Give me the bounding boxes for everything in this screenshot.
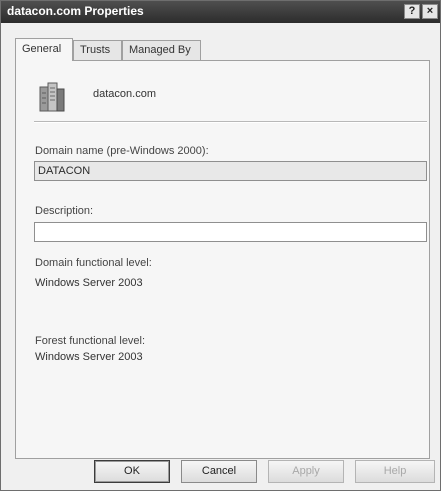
tab-trusts[interactable]: Trusts [73,40,122,60]
description-label: Description: [35,205,94,217]
forest-level-label: Forest functional level: [35,335,146,347]
domain-level-label: Domain functional level: [35,257,152,269]
divider [34,121,427,123]
forest-level-value: Windows Server 2003 [35,351,143,363]
title-bar[interactable]: datacon.com Properties ? × [1,1,440,23]
apply-button[interactable]: Apply [268,460,344,483]
help-title-button[interactable]: ? [404,4,420,19]
tab-general[interactable]: General [15,38,73,61]
help-button[interactable]: Help [355,460,435,483]
pre2000-label: Domain name (pre-Windows 2000): [35,145,209,157]
pre2000-field[interactable]: DATACON [34,161,427,181]
domain-icon [39,82,65,112]
tab-managed-by[interactable]: Managed By [122,40,201,60]
ok-button[interactable]: OK [94,460,170,483]
window-title: datacon.com Properties [7,4,144,18]
cancel-button[interactable]: Cancel [181,460,257,483]
domain-title: datacon.com [93,88,156,100]
close-button[interactable]: × [422,4,438,19]
properties-dialog: datacon.com Properties ? × General Trust… [0,0,441,491]
domain-level-value: Windows Server 2003 [35,277,143,289]
description-field[interactable] [34,222,427,242]
